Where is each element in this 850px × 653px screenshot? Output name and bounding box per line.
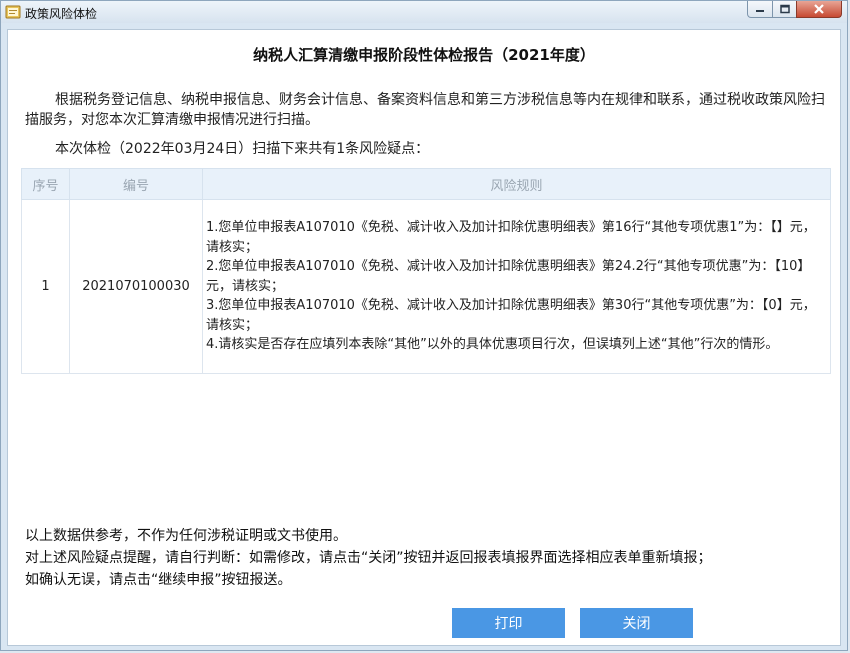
header-code: 编号 bbox=[69, 168, 203, 200]
rule-item: 1.您单位申报表A107010《免税、减计收入及加计扣除优惠明细表》第16行“其… bbox=[206, 220, 816, 255]
footer-instruction: 对上述风险疑点提醒，请自行判断：如需修改，请点击“关闭”按钮并返回报表填报界面选… bbox=[25, 550, 712, 566]
header-rule: 风险规则 bbox=[202, 168, 831, 200]
close-button[interactable]: 关闭 bbox=[580, 608, 693, 638]
report-panel: 纳税人汇算清缴申报阶段性体检报告（2021年度） 根据税务登记信息、纳税申报信息… bbox=[7, 29, 841, 646]
maximize-icon bbox=[779, 4, 790, 14]
rule-item: 3.您单位申报表A107010《免税、减计收入及加计扣除优惠明细表》第30行“其… bbox=[206, 298, 816, 333]
maximize-button[interactable] bbox=[772, 1, 797, 18]
close-window-button[interactable] bbox=[796, 1, 842, 18]
table-header-row: 序号 编号 风险规则 bbox=[21, 168, 831, 200]
header-seq: 序号 bbox=[21, 168, 70, 200]
rule-item: 4.请核实是否存在应填列本表除“其他”以外的具体优惠项目行次，但误填列上述“其他… bbox=[206, 337, 779, 353]
cell-seq: 1 bbox=[21, 199, 70, 374]
cell-code: 2021070100030 bbox=[69, 199, 203, 374]
close-icon bbox=[814, 4, 824, 14]
minimize-button[interactable] bbox=[747, 1, 773, 18]
title-bar[interactable]: 政策风险体检 bbox=[1, 1, 847, 23]
table-row[interactable]: 1 2021070100030 1.您单位申报表A107010《免税、减计收入及… bbox=[21, 199, 831, 374]
rule-item: 2.您单位申报表A107010《免税、减计收入及加计扣除优惠明细表》第24.2行… bbox=[206, 259, 811, 294]
footer-disclaimer: 以上数据供参考，不作为任何涉税证明或文书使用。 bbox=[25, 528, 347, 544]
dialog-window: 政策风险体检 纳税人汇算清缴申报阶段性体检报告（2021年度） 根据税务登记信息… bbox=[0, 0, 848, 651]
minimize-icon bbox=[756, 10, 764, 12]
report-intro: 根据税务登记信息、纳税申报信息、财务会计信息、备案资料信息和第三方涉税信息等内在… bbox=[25, 92, 825, 128]
cell-rule: 1.您单位申报表A107010《免税、减计收入及加计扣除优惠明细表》第16行“其… bbox=[202, 199, 831, 374]
footer-confirm: 如确认无误，请点击“继续申报”按钮报送。 bbox=[25, 572, 292, 588]
window-title: 政策风险体检 bbox=[25, 7, 98, 21]
report-summary: 本次体检（2022年03月24日）扫描下来共有1条风险疑点： bbox=[55, 141, 430, 157]
report-title: 纳税人汇算清缴申报阶段性体检报告（2021年度） bbox=[253, 46, 595, 64]
app-icon bbox=[5, 5, 21, 19]
footer-notes: 以上数据供参考，不作为任何涉税证明或文书使用。 对上述风险疑点提醒，请自行判断：… bbox=[25, 525, 712, 591]
print-button[interactable]: 打印 bbox=[452, 608, 565, 638]
risk-table: 序号 编号 风险规则 1 2021070100030 1.您单位申报表A1070… bbox=[21, 168, 831, 374]
